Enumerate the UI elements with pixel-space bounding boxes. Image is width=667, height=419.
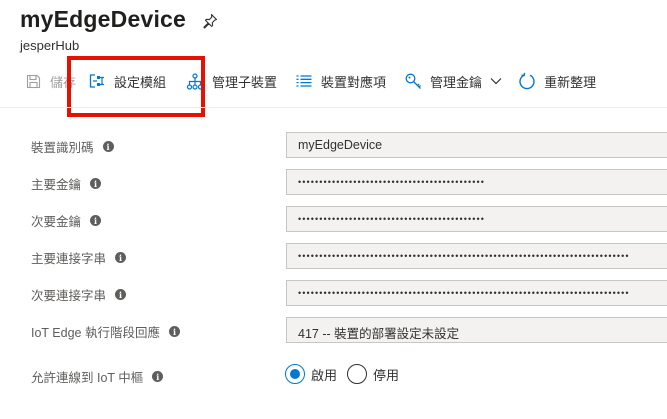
primary-connection-string-row: 主要連接字串 i •••••••••••••••••••••••••••••••… (0, 243, 667, 269)
disable-radio-circle[interactable] (347, 364, 368, 384)
manage-keys-button[interactable]: 管理金鑰 (404, 66, 502, 96)
allow-connect-label: 允許連線到 IoT 中樞 (31, 371, 144, 385)
manage-keys-label: 管理金鑰 (430, 74, 483, 90)
secondary-connection-string-label-wrap: 次要連接字串 i (31, 285, 127, 304)
secondary-key-row: 次要金鑰 i •••••••••••••••••••••••••••••••••… (0, 206, 667, 232)
hierarchy-icon (186, 72, 204, 90)
save-icon (24, 72, 42, 90)
save-label: 儲存 (50, 74, 77, 90)
info-icon[interactable]: i (115, 289, 127, 300)
set-modules-button[interactable]: 設定模組 (88, 66, 166, 96)
refresh-label: 重新整理 (544, 74, 597, 90)
refresh-icon (518, 72, 536, 90)
allow-connect-row: 允許連線到 IoT 中樞 i 啟用 停用 (0, 364, 667, 392)
toolbar-divider (0, 107, 667, 108)
primary-key-label-wrap: 主要金鑰 i (31, 174, 102, 193)
primary-connection-string-field[interactable]: ••••••••••••••••••••••••••••••••••••••••… (286, 243, 667, 269)
device-id-row: 裝置識別碼 i myEdgeDevice (0, 132, 667, 158)
device-twin-label: 裝置對應項 (321, 74, 387, 90)
primary-key-field[interactable]: ••••••••••••••••••••••••••••••••••••••••… (286, 169, 667, 195)
runtime-response-label: IoT Edge 執行階段回應 (31, 326, 160, 340)
allow-connect-label-wrap: 允許連線到 IoT 中樞 i (31, 367, 164, 386)
primary-connection-string-label: 主要連接字串 (31, 252, 107, 266)
manage-child-devices-button[interactable]: 管理子裝置 (186, 66, 277, 96)
enable-radio[interactable]: 啟用 (285, 364, 337, 384)
primary-key-row: 主要金鑰 i •••••••••••••••••••••••••••••••••… (0, 169, 667, 195)
primary-connection-string-label-wrap: 主要連接字串 i (31, 248, 127, 267)
secondary-connection-string-row: 次要連接字串 i •••••••••••••••••••••••••••••••… (0, 280, 667, 306)
device-id-field[interactable]: myEdgeDevice (286, 132, 667, 158)
title-row: myEdgeDevice (20, 6, 218, 33)
runtime-response-field[interactable]: 417 -- 裝置的部署設定未設定 (286, 317, 667, 343)
pin-icon[interactable] (202, 13, 218, 29)
key-icon (404, 72, 422, 90)
device-id-label-wrap: 裝置識別碼 i (31, 137, 114, 156)
page-header: myEdgeDevice jesperHub (20, 6, 218, 53)
info-icon[interactable]: i (115, 252, 127, 263)
allow-connect-radio-group: 啟用 停用 (285, 364, 399, 384)
list-icon (295, 72, 313, 90)
device-id-label: 裝置識別碼 (31, 141, 94, 155)
disable-radio-label: 停用 (373, 367, 400, 383)
secondary-key-field[interactable]: ••••••••••••••••••••••••••••••••••••••••… (286, 206, 667, 232)
info-icon[interactable]: i (90, 215, 102, 226)
info-icon[interactable]: i (102, 141, 114, 152)
disable-radio[interactable]: 停用 (347, 364, 399, 384)
secondary-key-label: 次要金鑰 (31, 215, 82, 229)
secondary-key-label-wrap: 次要金鑰 i (31, 211, 102, 230)
refresh-button[interactable]: 重新整理 (518, 66, 596, 96)
modules-icon (88, 72, 106, 90)
chevron-down-icon (490, 77, 502, 85)
enable-radio-circle[interactable] (285, 364, 305, 384)
info-icon[interactable]: i (152, 371, 164, 382)
set-modules-label: 設定模組 (114, 74, 167, 90)
info-icon[interactable]: i (168, 326, 180, 337)
page-subtitle: jesperHub (20, 38, 80, 53)
radio-selected-dot (290, 369, 300, 379)
manage-child-devices-label: 管理子裝置 (212, 74, 278, 90)
runtime-response-row: IoT Edge 執行階段回應 i 417 -- 裝置的部署設定未設定 (0, 317, 667, 343)
enable-radio-label: 啟用 (311, 367, 338, 383)
command-bar: 儲存 設定模組 管理子裝置 裝置對應項 管理金鑰 重新整理 (24, 66, 596, 96)
secondary-connection-string-label: 次要連接字串 (31, 289, 107, 303)
device-twin-button[interactable]: 裝置對應項 (295, 66, 386, 96)
save-button[interactable]: 儲存 (24, 66, 88, 96)
primary-key-label: 主要金鑰 (31, 178, 82, 192)
page-title: myEdgeDevice (20, 6, 187, 32)
info-icon[interactable]: i (90, 178, 102, 189)
secondary-connection-string-field[interactable]: ••••••••••••••••••••••••••••••••••••••••… (286, 280, 667, 306)
runtime-response-label-wrap: IoT Edge 執行階段回應 i (31, 322, 180, 341)
